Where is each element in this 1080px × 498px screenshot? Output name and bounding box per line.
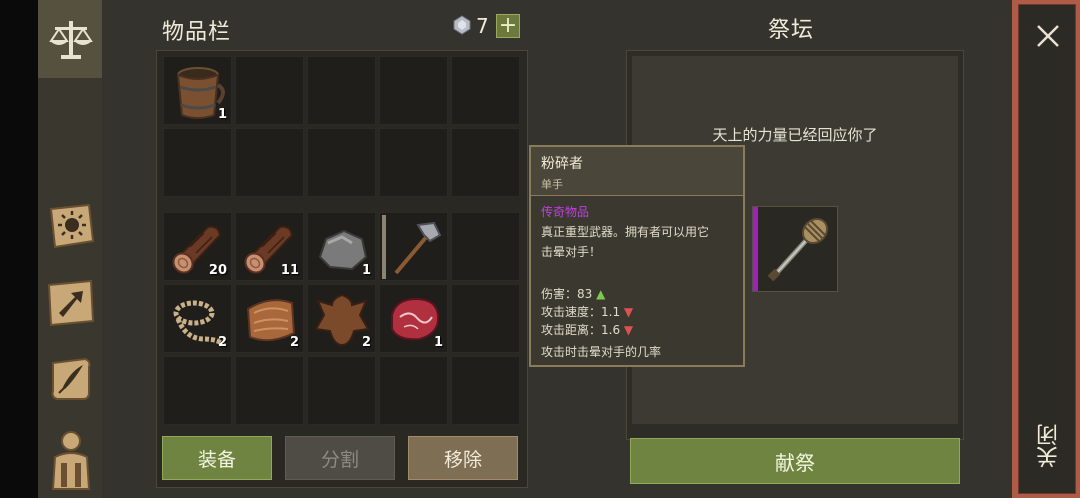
tooltip-stun: 攻击时击晕对手的几率 xyxy=(541,345,662,359)
inventory-slot[interactable] xyxy=(451,128,520,197)
inventory-slot[interactable] xyxy=(451,56,520,125)
inventory-slot[interactable] xyxy=(307,356,376,425)
equip-button[interactable]: 装备 xyxy=(162,436,272,480)
inventory-slot[interactable] xyxy=(163,128,232,197)
mace-icon xyxy=(767,217,829,282)
gem-icon xyxy=(453,15,471,35)
inventory-slot[interactable] xyxy=(379,212,448,281)
close-panel[interactable] xyxy=(1018,4,1076,494)
altar-message: 天上的力量已经回应你了 xyxy=(712,126,878,144)
left-edge xyxy=(0,0,38,498)
remove-button[interactable]: 移除 xyxy=(408,436,518,480)
scroll-quill-icon[interactable] xyxy=(44,352,98,406)
tooltip-attack-range: 攻击距离：1.6 ▼ xyxy=(541,321,633,338)
altar-title: 祭坛 xyxy=(768,18,815,43)
inventory-slot[interactable] xyxy=(451,212,520,281)
item-count: 2 xyxy=(289,335,299,350)
character-icon[interactable] xyxy=(44,428,98,494)
tooltip-header: 粉碎者 单手 xyxy=(531,147,743,196)
tooltip-attack-speed: 攻击速度：1.1 ▼ xyxy=(541,303,633,320)
map-arrow-icon[interactable] xyxy=(44,276,98,330)
inventory-slot[interactable] xyxy=(379,356,448,425)
tooltip-desc-line2: 击晕对手！ xyxy=(541,245,602,259)
add-gems-button[interactable]: + xyxy=(496,14,520,38)
item-count: 1 xyxy=(361,263,371,278)
item-count: 1 xyxy=(433,335,443,350)
inventory-slot[interactable]: 1 xyxy=(163,56,232,125)
inventory-slot[interactable] xyxy=(235,56,304,125)
arrow-up-icon: ▲ xyxy=(592,287,606,301)
inventory-slot[interactable]: 1 xyxy=(379,284,448,353)
inventory-slot[interactable]: 1 xyxy=(307,212,376,281)
rarity-bar xyxy=(753,207,758,291)
item-tooltip: 粉碎者 单手 传奇物品 真正重型武器。拥有者可以用它 击晕对手！ 伤害：83 ▲… xyxy=(529,145,745,367)
damage-value: 伤害：83 xyxy=(541,287,593,301)
inventory-slot[interactable] xyxy=(307,128,376,197)
inventory-slot[interactable]: 2 xyxy=(307,284,376,353)
attack-range-value: 攻击距离：1.6 xyxy=(541,323,621,337)
inventory-slot[interactable] xyxy=(235,128,304,197)
inventory-title: 物品栏 xyxy=(162,20,232,45)
item-count: 2 xyxy=(217,335,227,350)
altar-item-slot[interactable] xyxy=(752,206,838,292)
item-count: 11 xyxy=(280,263,299,278)
inventory-slot[interactable] xyxy=(379,128,448,197)
inventory-slot[interactable]: 2 xyxy=(163,284,232,353)
inventory-slot[interactable] xyxy=(235,356,304,425)
inventory-slot[interactable]: 11 xyxy=(235,212,304,281)
item-count: 20 xyxy=(208,263,227,278)
offer-button[interactable]: 献祭 xyxy=(630,438,960,484)
item-count: 1 xyxy=(217,107,227,122)
inventory-slot[interactable] xyxy=(307,56,376,125)
split-button[interactable]: 分割 xyxy=(285,436,395,480)
scales-icon[interactable] xyxy=(44,12,98,66)
tooltip-item-type: 单手 xyxy=(541,178,563,191)
arrow-down-icon: ▼ xyxy=(620,305,634,319)
inventory-slot[interactable] xyxy=(451,284,520,353)
close-icon[interactable] xyxy=(1030,18,1066,54)
sun-book-icon[interactable] xyxy=(44,200,98,254)
durability-bar xyxy=(382,215,386,279)
tooltip-rarity: 传奇物品 xyxy=(541,205,590,219)
inventory-slot[interactable] xyxy=(451,356,520,425)
arrow-down-icon: ▼ xyxy=(620,323,634,337)
item-count: 2 xyxy=(361,335,371,350)
inventory-slot[interactable]: 20 xyxy=(163,212,232,281)
gem-count: 7 xyxy=(476,14,489,38)
tooltip-item-name: 粉碎者 xyxy=(541,156,583,172)
inventory-slot[interactable] xyxy=(379,56,448,125)
attack-speed-value: 攻击速度：1.1 xyxy=(541,305,621,319)
close-label[interactable]: 关闭 xyxy=(1034,424,1066,468)
inventory-slot[interactable] xyxy=(163,356,232,425)
tooltip-desc-line1: 真正重型武器。拥有者可以用它 xyxy=(541,225,710,239)
tooltip-damage: 伤害：83 ▲ xyxy=(541,285,605,302)
inventory-slot[interactable]: 2 xyxy=(235,284,304,353)
